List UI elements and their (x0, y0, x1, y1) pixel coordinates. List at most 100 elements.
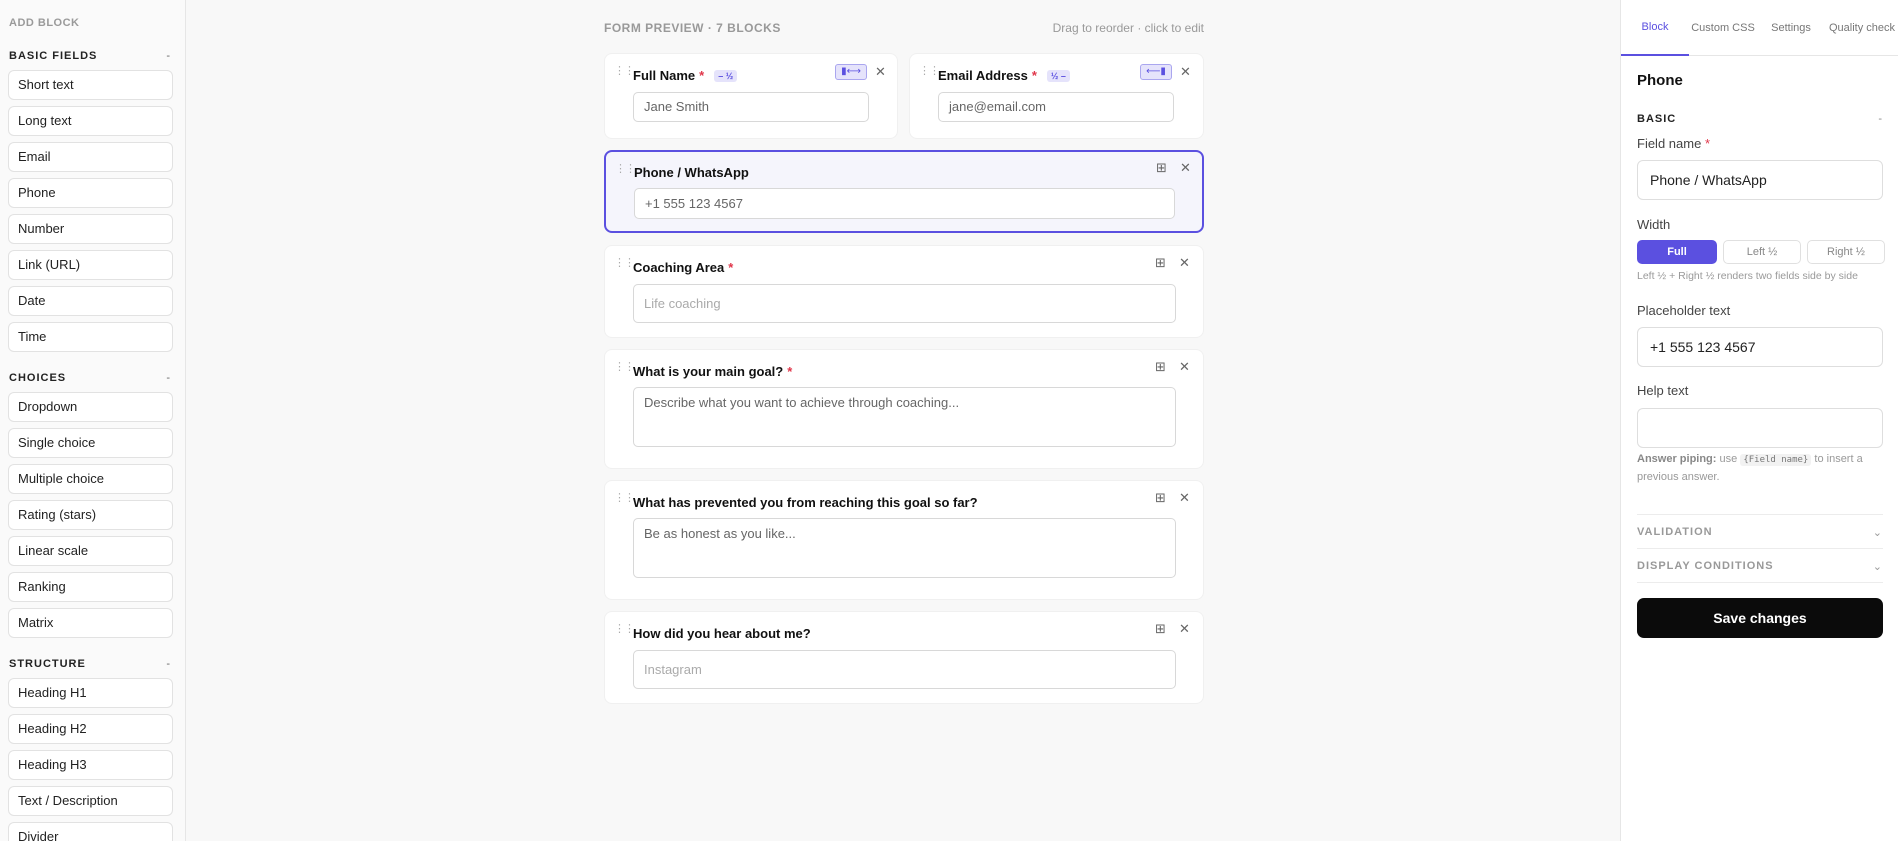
section-validation[interactable]: VALIDATION ⌄ (1637, 526, 1883, 539)
expand-icon[interactable]: ⌄ (1873, 526, 1883, 539)
collapse-icon[interactable]: - (166, 658, 171, 670)
block-settings-panel: Block Custom CSS Settings Quality check … (1620, 0, 1898, 841)
block-main-goal[interactable]: ⋮⋮ What is your main goal? * ⊞ ✕ Describ… (604, 349, 1204, 469)
drag-handle-icon[interactable]: ⋮⋮ (919, 65, 940, 77)
field-name-label: Field name * (1637, 136, 1710, 151)
width-grid-icon[interactable]: ⊞ (1156, 161, 1167, 175)
phone-input[interactable]: +1 555 123 4567 (634, 188, 1175, 219)
drag-handle-icon[interactable]: ⋮⋮ (614, 65, 635, 77)
section-title: CHOICES (9, 372, 67, 384)
drag-handle-icon[interactable]: ⋮⋮ (614, 623, 635, 635)
main-goal-textarea[interactable]: Describe what you want to achieve throug… (633, 387, 1176, 447)
referral-select[interactable]: Instagram (633, 650, 1176, 689)
add-ranking[interactable]: Ranking (8, 572, 173, 602)
close-icon[interactable]: ✕ (1179, 256, 1190, 270)
preview-hint: Drag to reorder · click to edit (1052, 21, 1204, 35)
add-email[interactable]: Email (8, 142, 173, 172)
add-multiple-choice[interactable]: Multiple choice (8, 464, 173, 494)
add-heading-h1[interactable]: Heading H1 (8, 678, 173, 708)
close-icon[interactable]: ✕ (1179, 622, 1190, 636)
close-icon[interactable]: ✕ (1179, 491, 1190, 505)
divider (1637, 514, 1883, 515)
block-email-address[interactable]: ⋮⋮ Email Address * ½ – ⟵▮ ✕ jane@email.c… (909, 53, 1204, 139)
add-heading-h2[interactable]: Heading H2 (8, 714, 173, 744)
label-text: Phone / WhatsApp (634, 165, 749, 180)
block-label: Full Name * – ½ (633, 68, 738, 83)
section-basic-fields[interactable]: BASIC FIELDS - (9, 50, 171, 62)
width-grid-icon[interactable]: ⊞ (1155, 360, 1166, 374)
width-grid-icon[interactable]: ⊞ (1155, 622, 1166, 636)
drag-handle-icon[interactable]: ⋮⋮ (615, 163, 636, 175)
close-icon[interactable]: ✕ (875, 65, 886, 79)
required-mark: * (728, 260, 734, 275)
block-full-name[interactable]: ⋮⋮ Full Name * – ½ ▮⟷ ✕ Jane Smith (604, 53, 898, 139)
add-divider[interactable]: Divider (8, 822, 173, 841)
block-label: How did you hear about me? (633, 626, 811, 641)
width-grid-icon[interactable]: ⊞ (1155, 256, 1166, 270)
tab-quality-check[interactable]: Quality check (1825, 0, 1898, 56)
add-heading-h3[interactable]: Heading H3 (8, 750, 173, 780)
add-dropdown[interactable]: Dropdown (8, 392, 173, 422)
add-matrix[interactable]: Matrix (8, 608, 173, 638)
drag-handle-icon[interactable]: ⋮⋮ (614, 361, 635, 373)
add-text-description[interactable]: Text / Description (8, 786, 173, 816)
section-title: DISPLAY CONDITIONS (1637, 560, 1774, 572)
required-mark: * (1704, 136, 1710, 151)
field-name-input[interactable]: Phone / WhatsApp (1637, 160, 1883, 200)
close-icon[interactable]: ✕ (1180, 161, 1191, 175)
email-input[interactable]: jane@email.com (938, 92, 1174, 122)
expand-icon[interactable]: ⌄ (1873, 560, 1883, 573)
block-phone-selected[interactable]: ⋮⋮ Phone / WhatsApp ⊞ ✕ +1 555 123 4567 (604, 150, 1204, 233)
label-text: Field name (1637, 136, 1702, 151)
required-mark: * (787, 364, 793, 379)
section-structure[interactable]: STRUCTURE - (9, 658, 171, 670)
drag-handle-icon[interactable]: ⋮⋮ (614, 492, 635, 504)
add-time[interactable]: Time (8, 322, 173, 352)
drag-handle-icon[interactable]: ⋮⋮ (614, 257, 635, 269)
tab-custom-css[interactable]: Custom CSS (1689, 0, 1757, 56)
help-text-input[interactable] (1637, 408, 1883, 448)
section-display-conditions[interactable]: DISPLAY CONDITIONS ⌄ (1637, 560, 1883, 573)
collapse-icon[interactable]: - (166, 372, 171, 384)
block-referral-source[interactable]: ⋮⋮ How did you hear about me? ⊞ ✕ Instag… (604, 611, 1204, 704)
width-toggle-icon[interactable]: ⟵▮ (1140, 64, 1172, 80)
obstacles-textarea[interactable]: Be as honest as you like... (633, 518, 1176, 578)
tab-settings[interactable]: Settings (1757, 0, 1825, 56)
add-short-text[interactable]: Short text (8, 70, 173, 100)
add-link[interactable]: Link (URL) (8, 250, 173, 280)
full-name-input[interactable]: Jane Smith (633, 92, 869, 122)
placeholder-input[interactable]: +1 555 123 4567 (1637, 327, 1883, 367)
width-left-half-option[interactable]: Left ½ (1723, 240, 1801, 264)
add-single-choice[interactable]: Single choice (8, 428, 173, 458)
close-icon[interactable]: ✕ (1179, 360, 1190, 374)
width-full-option[interactable]: Full (1637, 240, 1717, 264)
add-date[interactable]: Date (8, 286, 173, 316)
section-choices[interactable]: CHOICES - (9, 372, 171, 384)
help-text-label: Help text (1637, 383, 1689, 398)
add-linear-scale[interactable]: Linear scale (8, 536, 173, 566)
add-phone[interactable]: Phone (8, 178, 173, 208)
piping-code: {Field name} (1740, 454, 1812, 466)
add-number[interactable]: Number (8, 214, 173, 244)
block-obstacles[interactable]: ⋮⋮ What has prevented you from reaching … (604, 480, 1204, 600)
label-text: What is your main goal? (633, 364, 784, 379)
block-coaching-area[interactable]: ⋮⋮ Coaching Area * ⊞ ✕ Life coaching (604, 245, 1204, 338)
label-text: Coaching Area (633, 260, 725, 275)
width-right-half-option[interactable]: Right ½ (1807, 240, 1885, 264)
width-toggle-icon[interactable]: ▮⟷ (835, 64, 867, 80)
close-icon[interactable]: ✕ (1180, 65, 1191, 79)
label-text: How did you hear about me? (633, 626, 811, 641)
add-long-text[interactable]: Long text (8, 106, 173, 136)
width-grid-icon[interactable]: ⊞ (1155, 491, 1166, 505)
save-changes-button[interactable]: Save changes (1637, 598, 1883, 638)
section-title: BASIC (1637, 113, 1677, 125)
collapse-icon[interactable]: - (166, 50, 171, 62)
section-basic[interactable]: BASIC - (1637, 113, 1883, 125)
panel-tabs: Block Custom CSS Settings Quality check (1621, 0, 1898, 56)
add-rating[interactable]: Rating (stars) (8, 500, 173, 530)
label-text: Email Address (938, 68, 1028, 83)
collapse-icon[interactable]: - (1878, 113, 1883, 125)
placeholder-label: Placeholder text (1637, 303, 1731, 318)
coaching-area-select[interactable]: Life coaching (633, 284, 1176, 323)
tab-block[interactable]: Block (1621, 0, 1689, 56)
